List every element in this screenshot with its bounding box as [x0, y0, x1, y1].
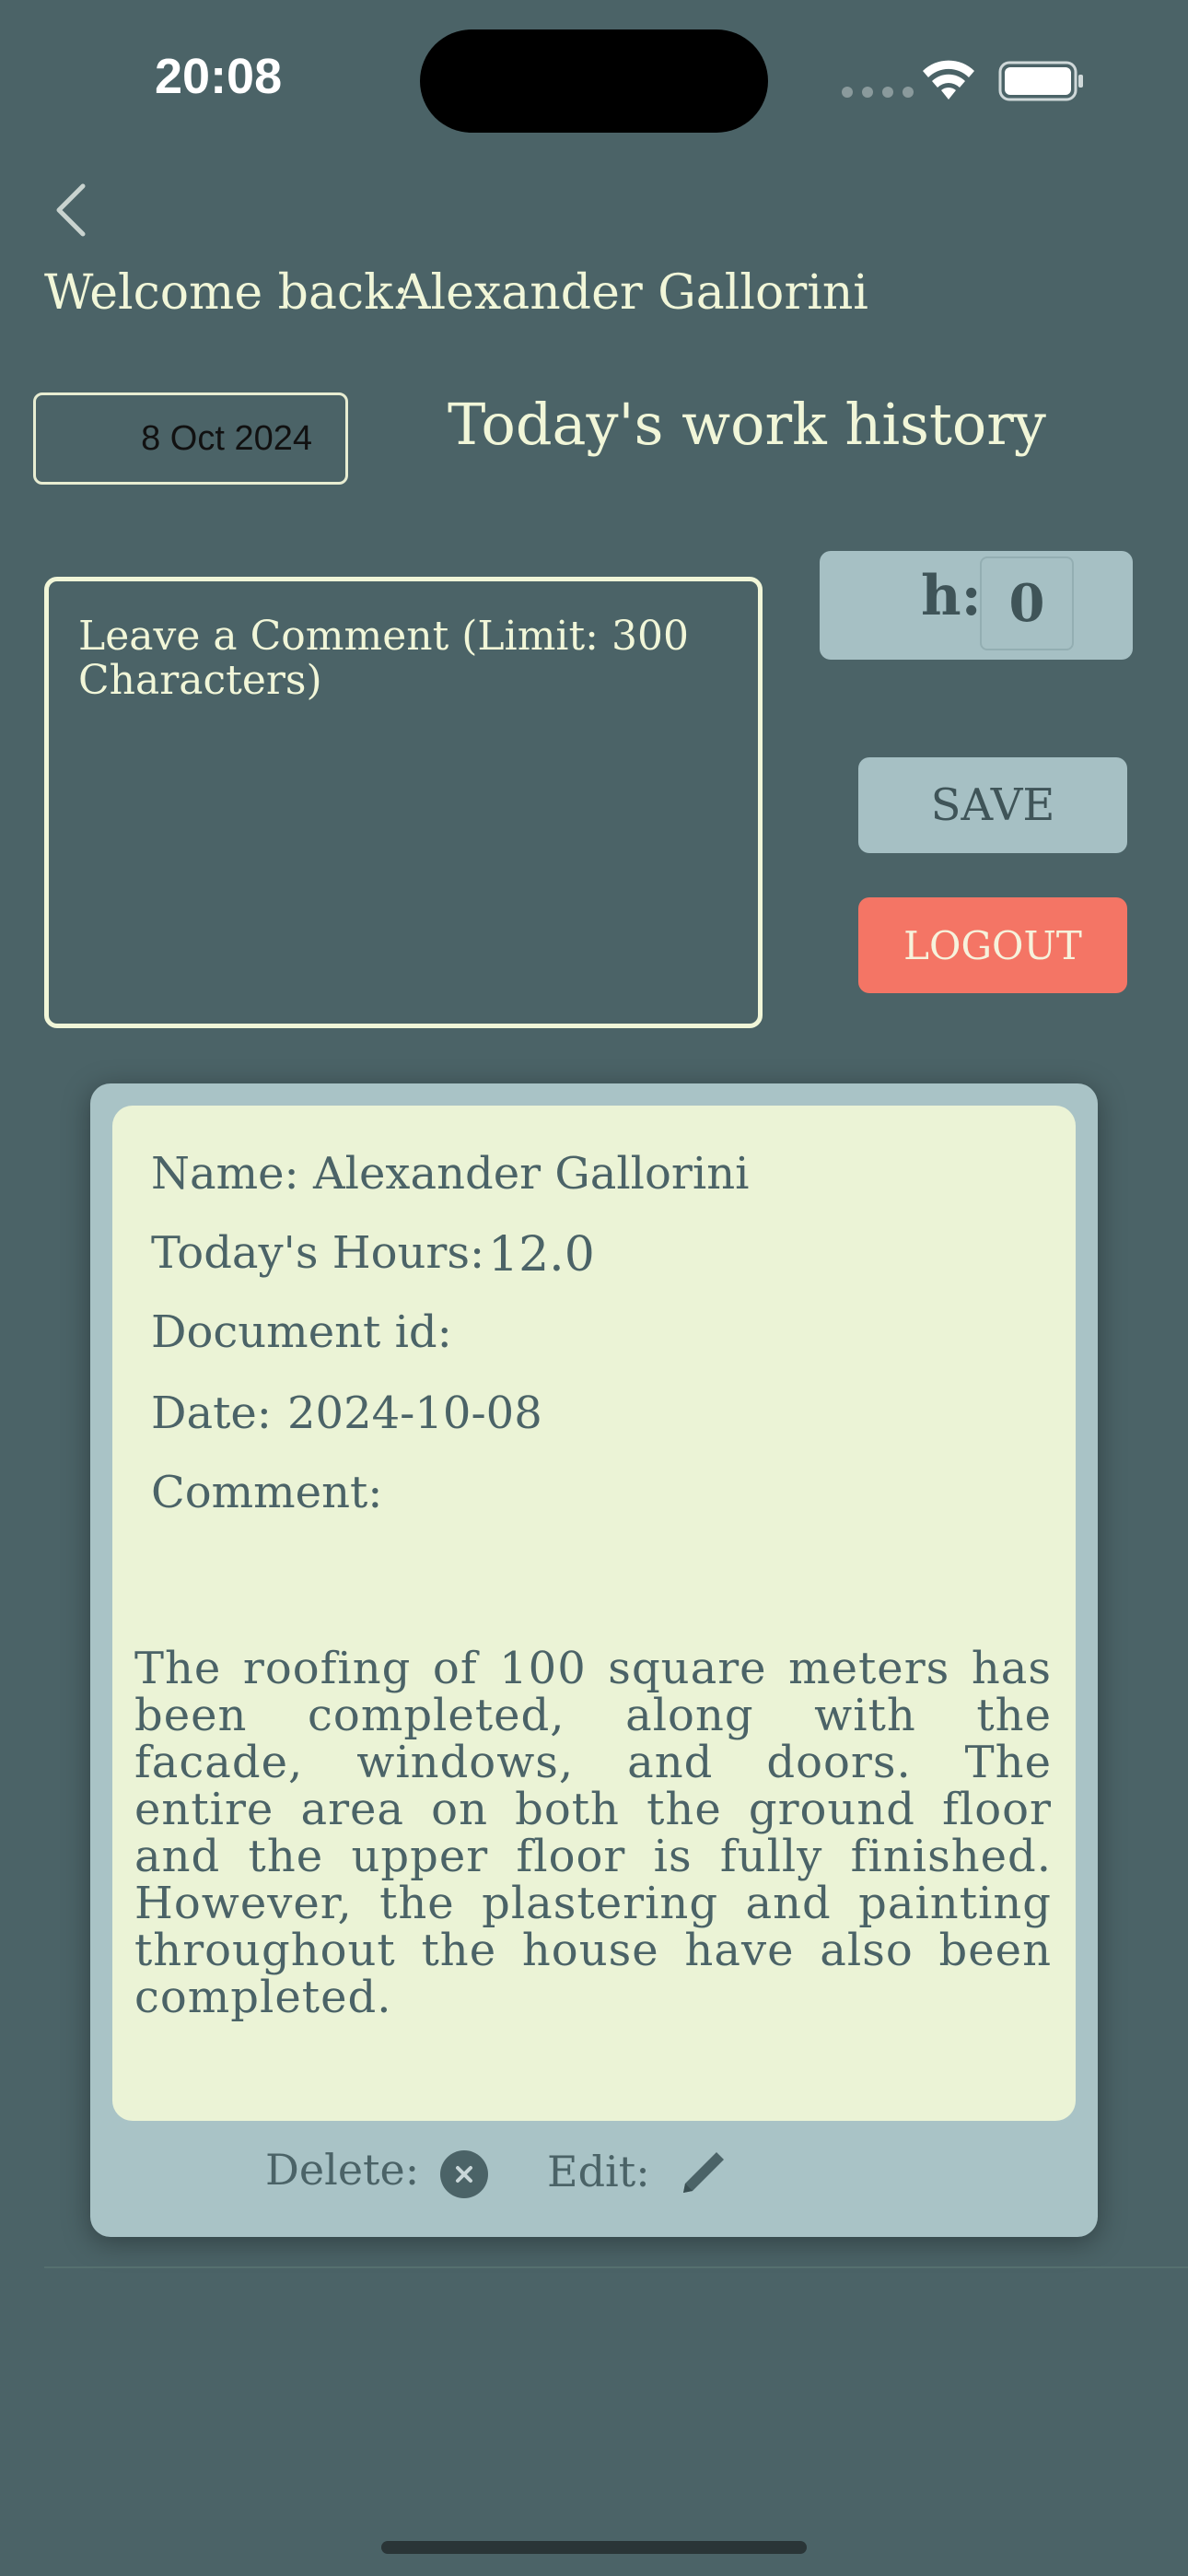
- document-id-label: Document id:: [151, 1306, 452, 1358]
- edit-label: Edit:: [547, 2147, 650, 2196]
- logout-button[interactable]: LOGOUT: [858, 897, 1127, 993]
- hours-today-value: 12.0: [488, 1227, 595, 1282]
- page-title: Today's work history: [448, 391, 1046, 458]
- name-value: Alexander Gallorini: [313, 1148, 750, 1200]
- hours-input[interactable]: 0: [980, 556, 1074, 650]
- wifi-icon: [923, 60, 974, 100]
- user-name: Alexander Gallorini: [396, 265, 868, 321]
- date-label: Date:: [151, 1388, 272, 1439]
- status-time: 20:08: [155, 49, 283, 104]
- comment-label: Comment:: [151, 1467, 383, 1518]
- delete-label: Delete:: [265, 2145, 420, 2195]
- close-circle-icon[interactable]: [440, 2150, 488, 2198]
- hours-label: h:: [921, 564, 982, 628]
- home-indicator[interactable]: [381, 2541, 807, 2554]
- name-label: Name:: [151, 1148, 299, 1200]
- save-button[interactable]: SAVE: [858, 757, 1127, 853]
- date-picker[interactable]: 8 Oct 2024: [33, 392, 348, 485]
- hours-today-label: Today's Hours:: [151, 1227, 485, 1279]
- date-value: 2024-10-08: [287, 1388, 542, 1439]
- comment-input[interactable]: Leave a Comment (Limit: 300 Characters): [44, 577, 763, 1028]
- dynamic-island: [420, 29, 768, 133]
- comment-text: The roofing of 100 square meters has bee…: [134, 1643, 1052, 2023]
- welcome-label: Welcome back:: [44, 265, 410, 321]
- battery-icon: [998, 61, 1083, 101]
- cellular-signal-icon: [842, 87, 914, 98]
- pencil-icon[interactable]: [674, 2143, 733, 2202]
- chevron-left-icon[interactable]: [52, 181, 92, 240]
- divider: [44, 2266, 1188, 2268]
